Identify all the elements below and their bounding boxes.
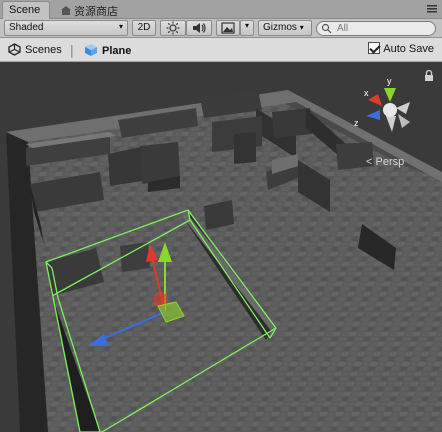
shop-icon <box>61 6 71 16</box>
lighting-toggle-button[interactable] <box>160 20 186 36</box>
chevron-down-icon: ▾ <box>118 22 123 31</box>
tab-scene[interactable]: Scene <box>2 1 50 19</box>
auto-save-toggle[interactable]: Auto Save <box>368 42 434 55</box>
wall-5b <box>234 132 256 164</box>
gizmos-label: Gizmos <box>263 22 297 33</box>
2d-label: 2D <box>137 22 151 33</box>
breadcrumb-scenes[interactable]: Scenes <box>8 43 62 59</box>
breadcrumb-separator: | <box>70 42 74 58</box>
image-effects-dropdown[interactable]: ▾ <box>240 20 254 36</box>
chevron-down-icon: ▾ <box>244 21 249 30</box>
tab-strip: Scene 资源商店 <box>0 0 442 19</box>
tab-asset-store[interactable]: 资源商店 <box>55 1 145 19</box>
gizmo-y-label: y <box>387 76 392 86</box>
audio-icon <box>191 23 207 38</box>
lock-icon[interactable] <box>424 70 434 82</box>
auto-save-checkbox[interactable] <box>368 42 381 54</box>
shading-mode-label: Shaded <box>9 22 44 33</box>
shading-mode-dropdown[interactable]: Shaded ▾ <box>4 20 128 36</box>
breadcrumb-plane[interactable]: Plane <box>84 43 131 60</box>
projection-toggle[interactable]: < Persp <box>366 156 404 168</box>
auto-save-label: Auto Save <box>383 43 434 55</box>
room-wall-inner <box>120 242 150 272</box>
chevron-down-icon: ▾ <box>299 23 304 32</box>
audio-toggle-button[interactable] <box>186 20 212 36</box>
breadcrumb-plane-label: Plane <box>102 45 132 57</box>
projection-label: Persp <box>375 156 405 168</box>
search-icon <box>321 23 333 38</box>
cube-icon <box>84 43 98 60</box>
breadcrumb: Scenes | Plane Auto Save <box>0 38 442 62</box>
tab-asset-store-label: 资源商店 <box>74 6 118 18</box>
tab-scene-label: Scene <box>9 4 41 16</box>
2d-toggle-button[interactable]: 2D <box>132 20 156 36</box>
search-placeholder: All <box>337 23 349 34</box>
image-effects-icon <box>221 22 235 38</box>
image-effects-button[interactable] <box>216 20 240 36</box>
unity-logo-icon <box>8 43 21 59</box>
sun-icon <box>166 21 180 38</box>
scene-toolbar: Shaded ▾ 2D ▾ Gizmos ▾ All <box>0 19 442 38</box>
scene-viewport[interactable]: x y z < Persp <box>0 62 442 432</box>
search-input[interactable]: All <box>316 21 436 36</box>
gizmo-z-label: z <box>354 118 359 128</box>
gizmos-dropdown[interactable]: Gizmos ▾ <box>258 20 312 36</box>
panel-menu-icon[interactable] <box>426 3 440 15</box>
breadcrumb-scenes-label: Scenes <box>25 44 62 56</box>
gizmo-x-label: x <box>364 88 369 98</box>
scene-render: x y z <box>0 62 442 432</box>
